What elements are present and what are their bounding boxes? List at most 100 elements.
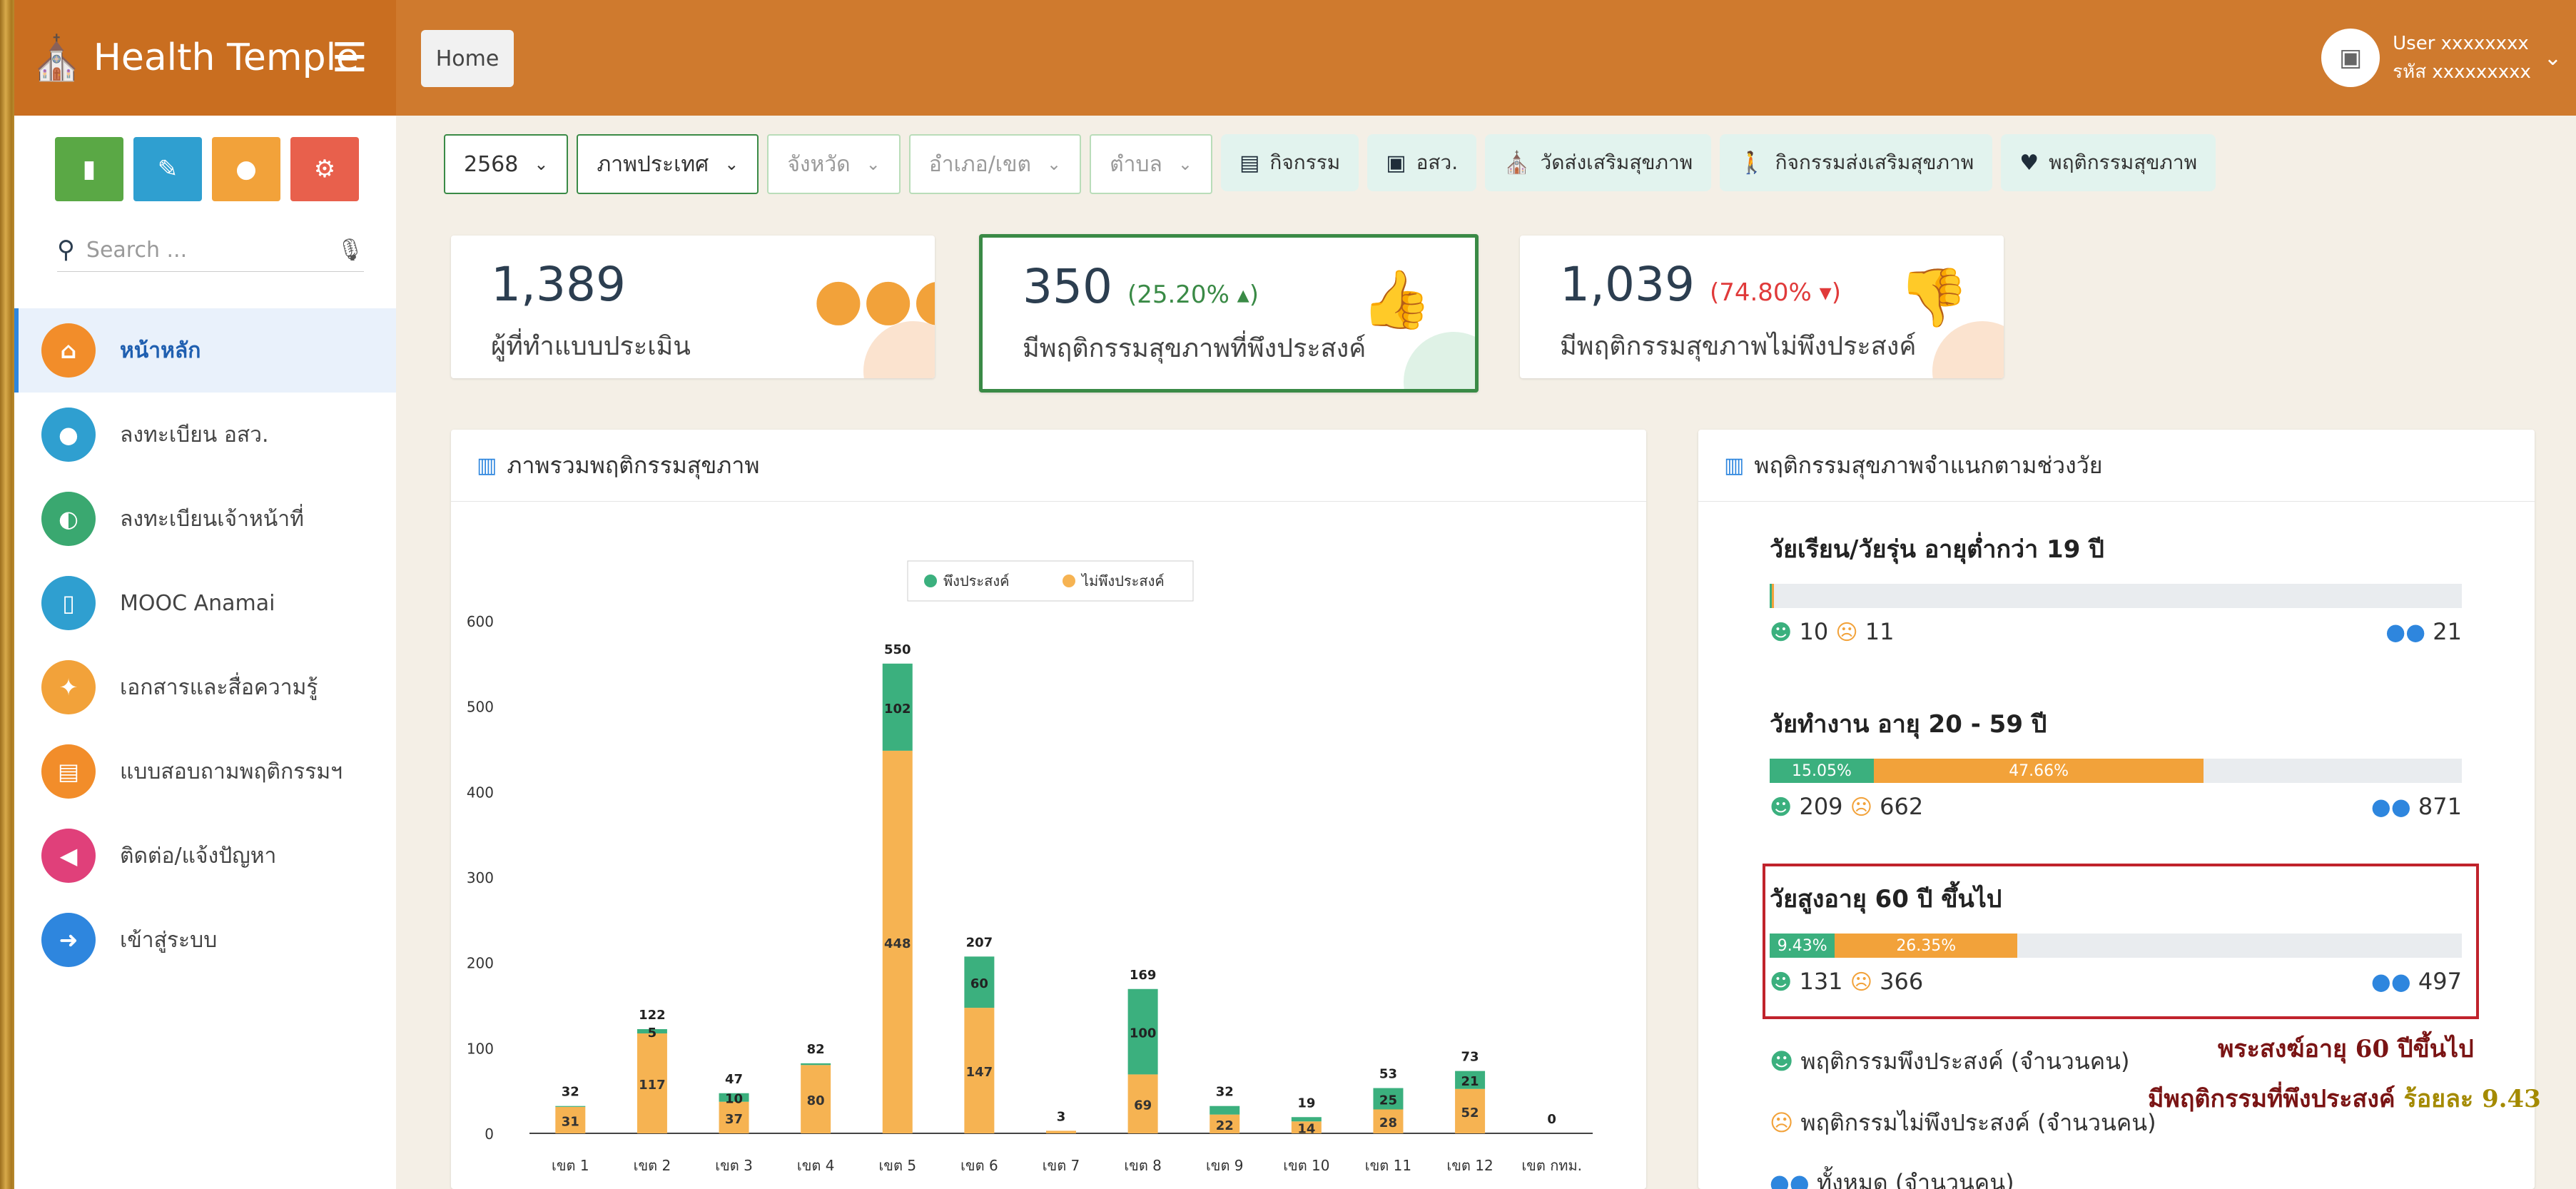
stat-card-undesirable: 1,039 (74.80% ▾) มีพฤติกรรมสุขภาพไม่พึงป…: [1520, 236, 2004, 378]
stat-label: มีพฤติกรรมสุขภาพไม่พึงประสงค์: [1560, 332, 1917, 361]
bar-label-undesirable: 80: [807, 1093, 825, 1108]
bar-label-desirable: 60: [970, 976, 988, 991]
y-tick-label: 100: [467, 1040, 494, 1057]
undesirable-count: 11: [1865, 618, 1895, 645]
undesirable-segment: [1771, 584, 1774, 608]
tab-health-activities[interactable]: 🚶 กิจกรรมส่งเสริมสุขภาพ: [1720, 134, 1993, 191]
table-icon: ▤: [1239, 150, 1260, 176]
chevron-down-icon: ⌄: [866, 154, 881, 174]
sidebar-item-5[interactable]: ▤ แบบสอบถามพฤติกรรมฯ: [14, 729, 396, 814]
avatar[interactable]: ▣: [2321, 29, 2380, 87]
subdistrict-select[interactable]: ตำบล ⌄: [1090, 134, 1213, 194]
tab-label: กิจกรรม: [1269, 151, 1341, 174]
hamburger-icon[interactable]: ☰: [332, 35, 367, 81]
smile-icon: ☻: [1770, 620, 1792, 645]
sidebar-item-6[interactable]: ◀ ติดต่อ/แจ้งปัญหา: [14, 814, 396, 898]
bar-total-label: 207: [966, 935, 993, 950]
quick-settings-button[interactable]: ⚙: [290, 137, 359, 201]
breadcrumb-home[interactable]: Home: [421, 30, 514, 87]
stat-card-desirable: 350 (25.20% ▴) มีพฤติกรรมสุขภาพที่พึงประ…: [979, 234, 1479, 393]
sidebar: ▮ ✎ ● ⚙ ⚲ Search ... 🎙 ⌂ หน้าหลัก ● ลงทะเบี…: [14, 116, 396, 1189]
tab-activities[interactable]: ▤ กิจกรรม: [1221, 134, 1359, 191]
district-select[interactable]: อำเภอ/เขต ⌄: [908, 134, 1082, 194]
y-tick-label: 0: [485, 1125, 494, 1143]
panel-header: ▥ ภาพรวมพฤติกรรมสุขภาพ: [451, 430, 1646, 502]
thumbs-up-icon: 👍: [1361, 266, 1432, 333]
sidebar-item-1[interactable]: ● ลงทะเบียน อสว.: [14, 393, 396, 477]
x-tick-label: เขต 3: [715, 1157, 753, 1174]
region-select[interactable]: ภาพประเทศ ⌄: [577, 134, 759, 194]
chevron-down-icon[interactable]: ⌄: [2544, 46, 2562, 71]
sidebar-item-label: ลงทะเบียนเจ้าหน้าที่: [120, 506, 304, 532]
book-icon: ▯: [41, 576, 96, 630]
sidebar-item-label: เอกสารและสื่อความรู้: [120, 674, 318, 700]
age-stats: ☻ 209 ☹ 662 ●● 871: [1770, 793, 2462, 824]
tab-label: กิจกรรมส่งเสริมสุขภาพ: [1775, 151, 1974, 174]
frown-icon: ☹: [1835, 620, 1858, 645]
province-select[interactable]: จังหวัด ⌄: [767, 134, 901, 194]
bar-total-label: 169: [1130, 968, 1157, 983]
x-tick-label: เขต 12: [1446, 1157, 1493, 1174]
quick-users-button[interactable]: ●: [212, 137, 280, 201]
bar-total-label: 53: [1379, 1067, 1397, 1082]
bar-label-undesirable: 14: [1297, 1122, 1315, 1137]
x-tick-label: เขต กทม.: [1521, 1157, 1582, 1174]
tab-health-behavior[interactable]: ♥ พฤติกรรมสุขภาพ: [2001, 134, 2216, 191]
bar-label-desirable: 10: [725, 1092, 743, 1107]
x-tick-label: เขต 4: [797, 1157, 835, 1174]
overview-panel: ▥ ภาพรวมพฤติกรรมสุขภาพ 0 100 200 300 400 500 6…: [451, 430, 1646, 1189]
bar-total-label: 32: [1216, 1085, 1234, 1100]
sidebar-item-0[interactable]: ⌂ หน้าหลัก: [14, 308, 396, 393]
bar-desirable: [801, 1063, 831, 1066]
age-stats: ☻ 10 ☹ 11 ●● 21: [1770, 618, 2462, 649]
highlight-box: [1763, 864, 2479, 1019]
smile-icon: ☻: [1770, 795, 1792, 820]
total-count: ●● 871: [2371, 793, 2462, 820]
tab-volunteers[interactable]: ▣ อสว.: [1367, 134, 1477, 191]
quick-edit-button[interactable]: ✎: [133, 137, 202, 201]
legend-swatch-desirable: [924, 575, 937, 587]
legend-label: พฤติกรรมพึงประสงค์ (จำนวนคน): [1800, 1048, 2130, 1075]
microphone-icon[interactable]: 🎙: [337, 238, 364, 263]
sidebar-item-2[interactable]: ◐ ลงทะเบียนเจ้าหน้าที่: [14, 477, 396, 561]
frown-icon: ☹: [1770, 1109, 1794, 1136]
filter-bar: 2568 ⌄ ภาพประเทศ ⌄ จังหวัด ⌄ อำเภอ/เขต ⌄ ตำบ…: [444, 134, 2216, 196]
sidebar-item-label: MOOC Anamai: [120, 590, 275, 616]
bar-label-undesirable: 147: [966, 1065, 993, 1080]
temple-icon: ⛪: [1503, 150, 1531, 176]
users-icon: ●●: [2385, 618, 2426, 645]
age-progress-bar: 15.05% 47.66%: [1770, 759, 2462, 783]
desirable-segment: 15.05%: [1770, 759, 1874, 783]
x-tick-label: เขต 2: [634, 1157, 671, 1174]
year-select[interactable]: 2568 ⌄: [444, 134, 569, 194]
sidebar-item-label: ลงทะเบียน อสว.: [120, 422, 269, 447]
subdistrict-value: ตำบล: [1110, 151, 1162, 177]
quick-chart-button[interactable]: ▮: [55, 137, 123, 201]
x-tick-label: เขต 6: [960, 1157, 998, 1174]
age-group-0: วัยเรียน/วัยรุ่น อายุต่ำกว่า 19 ปี ☻ 10 ☹…: [1770, 530, 2462, 649]
y-tick-label: 300: [467, 869, 494, 886]
top-bar: [14, 0, 2576, 116]
sidebar-item-7[interactable]: ➜ เข้าสู่ระบบ: [14, 898, 396, 982]
x-tick-label: เขต 9: [1206, 1157, 1244, 1174]
tab-temples[interactable]: ⛪ วัดส่งเสริมสุขภาพ: [1485, 134, 1712, 191]
search-input[interactable]: ⚲ Search ... 🎙: [57, 228, 364, 272]
user-menu[interactable]: ▣ User xxxxxxxx รหัส xxxxxxxxx ⌄: [2321, 26, 2562, 90]
legend-total: ●● ทั้งหมด (จำนวนคน): [1770, 1165, 2014, 1189]
legend-label: ทั้งหมด (จำนวนคน): [1817, 1169, 2014, 1189]
heartbeat-icon: ♥: [2019, 150, 2039, 176]
x-tick-label: เขต 5: [878, 1157, 916, 1174]
sidebar-item-3[interactable]: ▯ MOOC Anamai: [14, 561, 396, 645]
login-icon: ➜: [41, 913, 96, 967]
bar-chart-icon: ▥: [1724, 452, 1745, 478]
legend-label-undesirable: ไม่พึงประสงค์: [1080, 572, 1165, 590]
bar-chart-icon: ▥: [477, 452, 497, 478]
legend-undesirable: ☹ พฤติกรรมไม่พึงประสงค์ (จำนวนคน): [1770, 1105, 2156, 1141]
y-tick-label: 600: [467, 613, 494, 630]
chart-icon: ▮: [82, 155, 96, 183]
legend-label-desirable: พึงประสงค์: [943, 572, 1009, 590]
settings-icon: ⚙: [313, 155, 336, 183]
sidebar-item-4[interactable]: ✦ เอกสารและสื่อความรู้: [14, 645, 396, 729]
desirable-count: 209: [1799, 793, 1843, 820]
megaphone-icon: ◀: [41, 829, 96, 883]
